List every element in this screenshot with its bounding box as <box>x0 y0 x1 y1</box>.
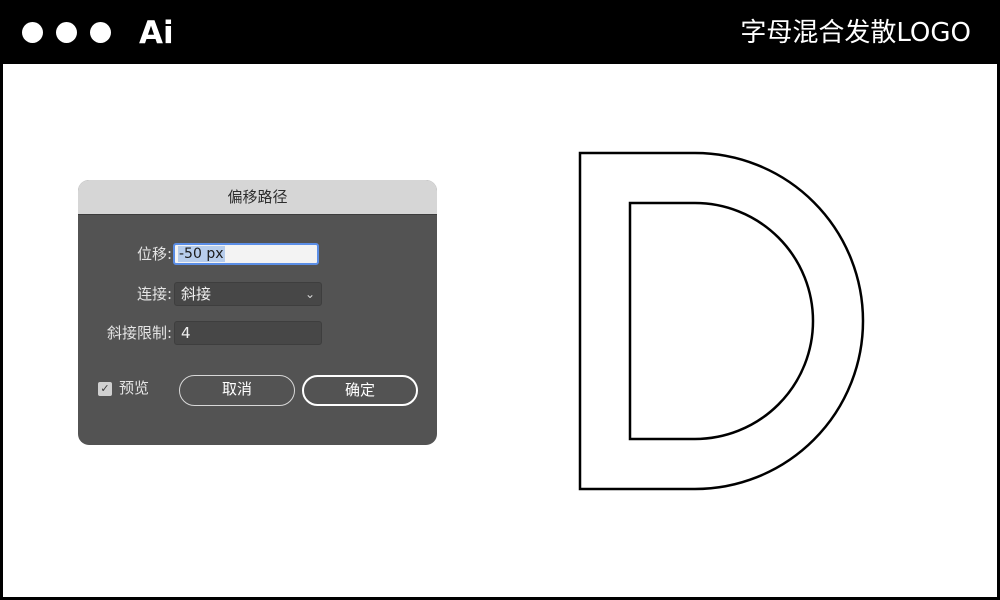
app-window: Ai 字母混合发散LOGO 偏移路径 位移: -50 px 连接: 斜接 ⌄ 斜… <box>0 0 1000 600</box>
window-minimize-dot[interactable] <box>56 22 77 43</box>
title-bar: Ai 字母混合发散LOGO <box>3 3 997 64</box>
letter-d-outer-path[interactable] <box>578 151 865 491</box>
letter-d-inner-offset-path[interactable] <box>628 201 815 441</box>
window-close-dot[interactable] <box>22 22 43 43</box>
window-zoom-dot[interactable] <box>90 22 111 43</box>
artboard-canvas[interactable]: 偏移路径 位移: -50 px 连接: 斜接 ⌄ 斜接限制: 4 ✓ 预览 取消… <box>3 64 997 597</box>
page-title: 字母混合发散LOGO <box>740 18 971 48</box>
letter-d-artwork[interactable] <box>3 64 997 597</box>
app-name: Ai <box>139 15 174 51</box>
